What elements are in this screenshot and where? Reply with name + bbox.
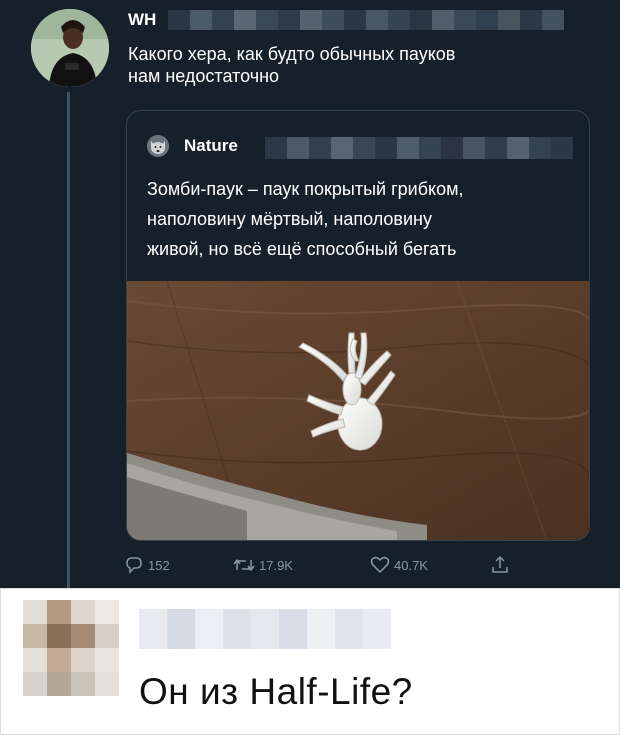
zombie-spider-photo[interactable] <box>127 281 589 540</box>
quote-text: Зомби-паук – паук покрытый грибком, напо… <box>147 174 577 264</box>
censor-blur <box>139 609 391 649</box>
retweet-count: 17.9K <box>259 557 293 573</box>
quote-text-line: живой, но всё ещё способный бегать <box>147 239 457 259</box>
retweet-button[interactable]: 17.9K <box>233 555 293 575</box>
like-button[interactable]: 40.7K <box>370 555 428 575</box>
tweet-screenshot: WH Какого хера, как будто обычных пауков… <box>0 0 620 588</box>
censor-blur <box>168 10 564 30</box>
quoted-tweet[interactable]: Nature Зомби-паук – паук покрытый грибко… <box>126 110 590 541</box>
thread-line <box>67 92 70 588</box>
author-name[interactable]: WH <box>128 10 156 30</box>
reply-count: 152 <box>148 557 170 573</box>
quote-text-line: наполовину мёртвый, наполовину <box>147 209 432 229</box>
tweet-text-line: нам недостаточно <box>128 66 280 86</box>
quote-author-name[interactable]: Nature <box>184 136 238 156</box>
tweet-text: Какого хера, как будто обычных пауков на… <box>128 43 598 87</box>
like-count: 40.7K <box>394 557 428 573</box>
comment: Он из Half-Life? <box>0 588 620 735</box>
reply-button[interactable]: 152 <box>124 555 170 575</box>
tweet-actions: 152 17.9K 40.7K <box>124 555 524 579</box>
tweet-text-line: Какого хера, как будто обычных пауков <box>128 44 456 64</box>
censor-blur <box>265 137 573 159</box>
reply-icon <box>126 557 142 574</box>
share-button[interactable] <box>490 555 510 575</box>
user-avatar[interactable] <box>31 9 109 87</box>
quote-text-line: Зомби-паук – паук покрытый грибком, <box>147 179 464 199</box>
retweet-icon <box>233 558 255 572</box>
commenter-avatar[interactable] <box>23 600 119 696</box>
quote-avatar <box>147 135 169 157</box>
comment-text: Он из Half-Life? <box>139 671 413 712</box>
heart-icon <box>370 556 390 574</box>
share-icon <box>492 555 508 573</box>
